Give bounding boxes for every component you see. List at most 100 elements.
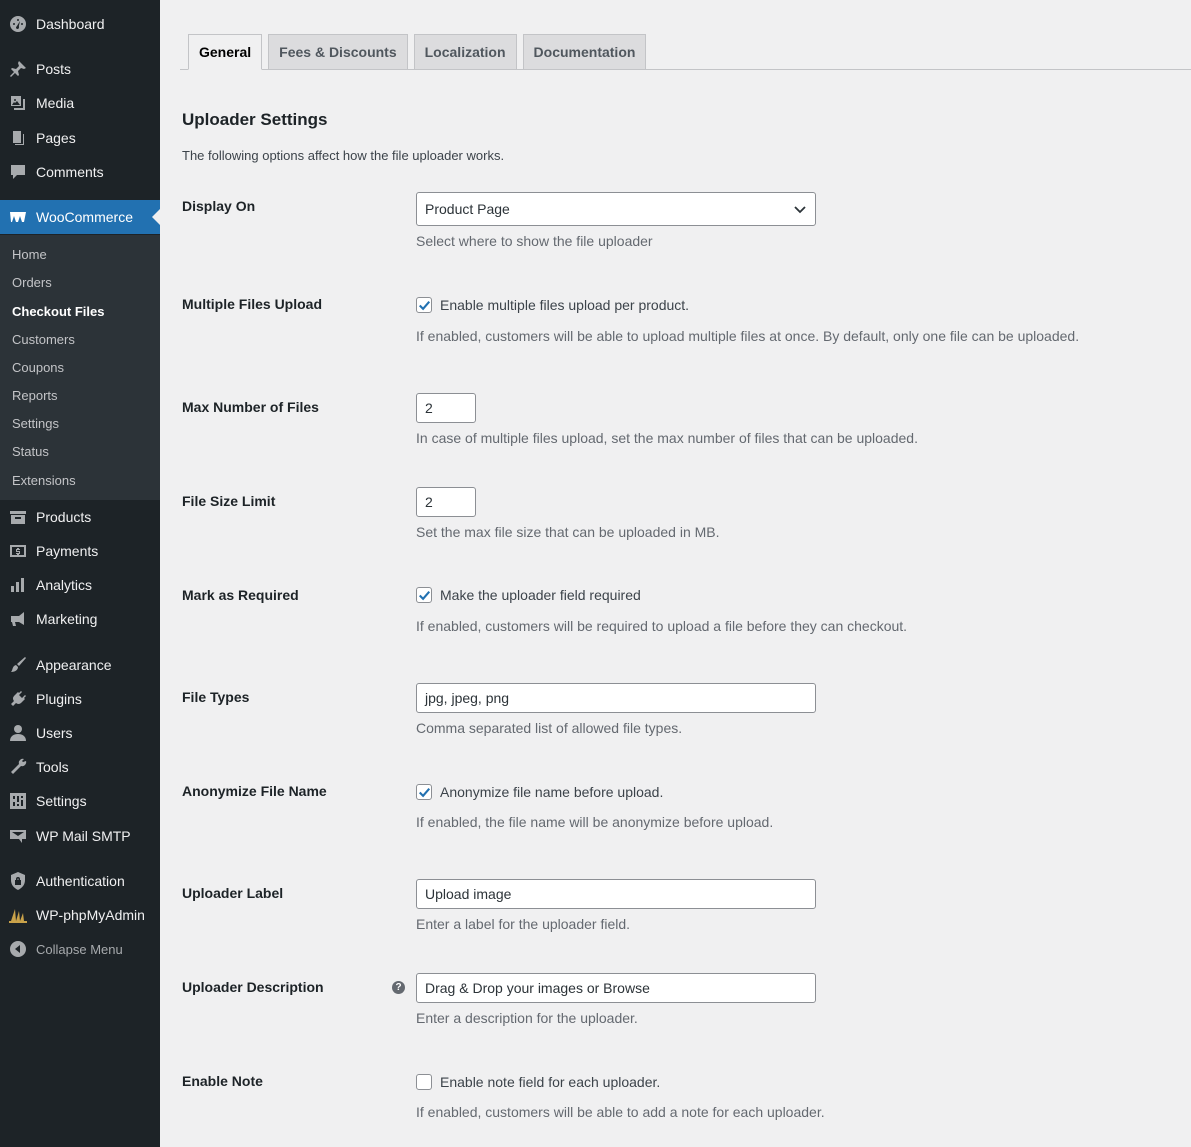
max-files-input[interactable]: 2 bbox=[416, 393, 476, 423]
menu-tools[interactable]: Tools bbox=[0, 750, 160, 784]
menu-label: Marketing bbox=[36, 611, 98, 627]
uploader-description-input[interactable]: Drag & Drop your images or Browse bbox=[416, 973, 816, 1003]
mark-required-description: If enabled, customers will be required t… bbox=[416, 618, 908, 634]
menu-label: Comments bbox=[36, 164, 104, 180]
submenu-status[interactable]: Status bbox=[12, 444, 49, 459]
woocommerce-submenu: Home Orders Checkout Files Customers Cou… bbox=[0, 235, 160, 500]
submenu-home[interactable]: Home bbox=[12, 247, 47, 262]
submenu-extensions[interactable]: Extensions bbox=[12, 473, 76, 488]
menu-analytics[interactable]: Analytics bbox=[0, 568, 160, 602]
shield-lock-icon bbox=[0, 864, 36, 898]
display-on-description: Select where to show the file uploader bbox=[416, 233, 653, 249]
menu-comments[interactable]: Comments bbox=[0, 155, 160, 189]
display-on-label: Display On bbox=[182, 198, 256, 214]
user-icon bbox=[0, 716, 36, 750]
file-types-input[interactable]: jpg, jpeg, png bbox=[416, 683, 816, 713]
bar-chart-icon bbox=[0, 568, 36, 602]
file-size-limit-description: Set the max file size that can be upload… bbox=[416, 524, 720, 540]
menu-label: Tools bbox=[36, 759, 69, 775]
collapse-icon bbox=[0, 932, 36, 966]
menu-appearance[interactable]: Appearance bbox=[0, 648, 160, 682]
menu-posts[interactable]: Posts bbox=[0, 52, 160, 86]
enable-note-label: Enable Note bbox=[182, 1073, 263, 1089]
multiple-upload-checkbox[interactable] bbox=[416, 297, 432, 313]
menu-label: WooCommerce bbox=[36, 209, 133, 225]
menu-woocommerce[interactable]: WooCommerce bbox=[0, 200, 160, 234]
menu-wp-phpmyadmin[interactable]: WP-phpMyAdmin bbox=[0, 898, 160, 932]
enable-note-description: If enabled, customers will be able to ad… bbox=[416, 1104, 825, 1120]
pin-icon bbox=[0, 52, 36, 86]
paintbrush-icon bbox=[0, 648, 36, 682]
tab-general[interactable]: General bbox=[188, 34, 263, 70]
menu-label: Authentication bbox=[36, 873, 125, 889]
file-size-limit-label: File Size Limit bbox=[182, 493, 276, 509]
submenu-customers[interactable]: Customers bbox=[12, 332, 75, 347]
submenu-orders[interactable]: Orders bbox=[12, 275, 52, 290]
plugin-icon bbox=[0, 682, 36, 716]
menu-products[interactable]: Products bbox=[0, 500, 160, 534]
menu-label: Products bbox=[36, 509, 92, 525]
multiple-upload-option: Enable multiple files upload per product… bbox=[416, 297, 689, 313]
uploader-description-label: Uploader Description bbox=[182, 979, 324, 995]
help-icon[interactable]: ? bbox=[392, 981, 405, 994]
menu-label: Appearance bbox=[36, 657, 112, 673]
menu-label: Users bbox=[36, 725, 73, 741]
chevron-down-icon bbox=[794, 206, 806, 214]
archive-icon bbox=[0, 500, 36, 534]
menu-label: Payments bbox=[36, 543, 99, 559]
pages-icon bbox=[0, 121, 36, 155]
uploader-label-input[interactable]: Upload image bbox=[416, 879, 816, 909]
multiple-upload-description: If enabled, customers will be able to up… bbox=[416, 328, 1080, 344]
tab-localization[interactable]: Localization bbox=[413, 34, 517, 70]
menu-label: Media bbox=[36, 95, 75, 111]
tab-documentation[interactable]: Documentation bbox=[522, 34, 647, 70]
menu-marketing[interactable]: Marketing bbox=[0, 602, 160, 636]
checkmark-icon bbox=[419, 591, 431, 601]
file-types-description: Comma separated list of allowed file typ… bbox=[416, 720, 683, 736]
wrench-icon bbox=[0, 750, 36, 784]
megaphone-icon bbox=[0, 602, 36, 636]
submenu-coupons[interactable]: Coupons bbox=[12, 360, 64, 375]
menu-media[interactable]: Media bbox=[0, 86, 160, 120]
menu-authentication[interactable]: Authentication bbox=[0, 864, 160, 898]
menu-plugins[interactable]: Plugins bbox=[0, 682, 160, 716]
submenu-settings[interactable]: Settings bbox=[12, 416, 59, 431]
main-content: General Fees & Discounts Localization Do… bbox=[160, 0, 1191, 1147]
mail-icon bbox=[0, 819, 36, 853]
anonymize-checkbox[interactable] bbox=[416, 784, 432, 800]
collapse-menu-button[interactable]: Collapse Menu bbox=[0, 932, 160, 966]
menu-settings[interactable]: Settings bbox=[0, 784, 160, 818]
menu-dashboard[interactable]: Dashboard bbox=[0, 7, 160, 41]
menu-label: Posts bbox=[36, 61, 72, 77]
payments-icon bbox=[0, 534, 36, 568]
multiple-upload-label: Multiple Files Upload bbox=[182, 296, 323, 312]
tab-fees-discounts[interactable]: Fees & Discounts bbox=[268, 34, 408, 70]
menu-payments[interactable]: Payments bbox=[0, 534, 160, 568]
menu-label: WP Mail SMTP bbox=[36, 828, 131, 844]
menu-label: Collapse Menu bbox=[36, 941, 123, 957]
file-types-label: File Types bbox=[182, 689, 250, 705]
uploader-label-description: Enter a label for the uploader field. bbox=[416, 916, 631, 932]
section-title: Uploader Settings bbox=[182, 110, 328, 129]
menu-wp-mail-smtp[interactable]: WP Mail SMTP bbox=[0, 819, 160, 853]
submenu-checkout-files[interactable]: Checkout Files bbox=[12, 304, 104, 319]
menu-label: Dashboard bbox=[36, 16, 105, 32]
multiple-upload-checkbox-label: Enable multiple files upload per product… bbox=[440, 297, 690, 313]
submenu-reports[interactable]: Reports bbox=[12, 388, 58, 403]
dashboard-icon bbox=[0, 7, 36, 41]
uploader-label-label: Uploader Label bbox=[182, 885, 284, 901]
display-on-select[interactable]: Product Page bbox=[416, 192, 816, 226]
display-on-value: Product Page bbox=[425, 201, 510, 217]
file-size-limit-input[interactable]: 2 bbox=[416, 487, 476, 517]
enable-note-checkbox[interactable] bbox=[416, 1074, 432, 1090]
section-description: The following options affect how the fil… bbox=[182, 148, 505, 163]
menu-label: Pages bbox=[36, 130, 76, 146]
menu-pages[interactable]: Pages bbox=[0, 121, 160, 155]
mark-required-option: Make the uploader field required bbox=[416, 587, 641, 603]
anonymize-checkbox-label: Anonymize file name before upload. bbox=[440, 784, 664, 800]
max-files-description: In case of multiple files upload, set th… bbox=[416, 430, 918, 446]
mark-required-label: Mark as Required bbox=[182, 587, 299, 603]
mark-required-checkbox[interactable] bbox=[416, 587, 432, 603]
menu-users[interactable]: Users bbox=[0, 716, 160, 750]
sliders-icon bbox=[0, 784, 36, 818]
